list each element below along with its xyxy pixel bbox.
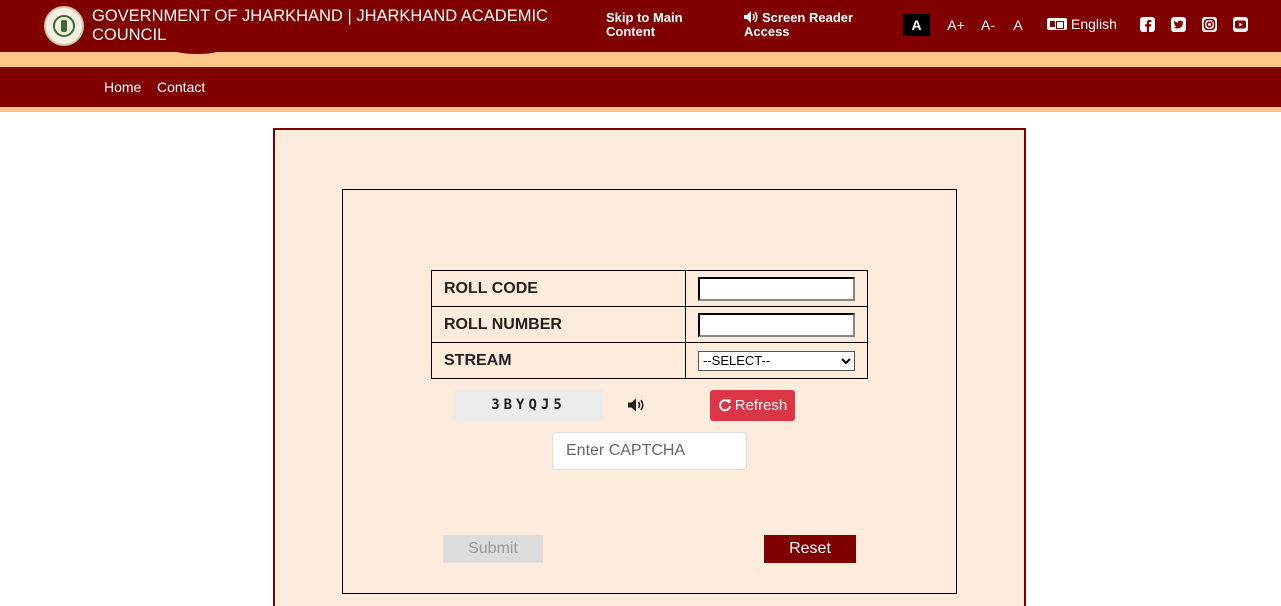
refresh-label: Refresh [734,397,788,414]
speaker-icon [744,11,758,23]
stream-select[interactable]: --SELECT-- [698,350,855,371]
twitter-icon[interactable] [1171,17,1186,32]
roll-number-row: ROLL NUMBER [431,306,868,343]
roll-code-input[interactable] [698,276,855,301]
font-size-normal-button[interactable]: A [1008,14,1028,36]
submit-button[interactable]: Submit [443,535,543,563]
font-size-default-button[interactable]: A [903,14,930,36]
accent-stripe-bottom [0,107,1281,112]
main-navbar: Home Contact [0,67,1281,107]
facebook-icon[interactable] [1140,17,1155,32]
font-size-increase-button[interactable]: A+ [944,14,968,36]
font-size-decrease-button[interactable]: A- [977,14,999,36]
accent-stripe [0,52,1281,67]
decorative-arc [172,44,222,54]
nav-contact-link[interactable]: Contact [157,79,205,95]
jharkhand-emblem-icon [44,6,84,46]
stream-row: STREAM --SELECT-- [431,342,868,379]
roll-code-label: ROLL CODE [431,270,686,307]
language-label: English [1071,16,1117,32]
stream-label: STREAM [431,342,686,379]
site-title: GOVERNMENT OF JHARKHAND | JHARKHAND ACAD… [92,7,548,44]
screen-reader-label: Screen Reader Access [744,10,854,39]
screen-reader-link[interactable]: Screen Reader Access [744,11,874,39]
roll-number-label: ROLL NUMBER [431,306,686,343]
reset-button[interactable]: Reset [764,535,856,563]
language-icon [1047,18,1067,30]
roll-code-row: ROLL CODE [431,270,868,307]
roll-number-input[interactable] [698,312,855,337]
captcha-refresh-button[interactable]: Refresh [710,390,795,421]
refresh-icon [718,399,731,412]
captcha-audio-button[interactable] [627,397,647,415]
skip-to-main-link[interactable]: Skip to Main Content [606,11,716,39]
captcha-input[interactable] [552,432,747,470]
result-form-table: ROLL CODE ROLL NUMBER STREAM --SELECT-- [431,270,868,379]
youtube-icon[interactable] [1233,17,1248,32]
speaker-icon [628,398,644,412]
captcha-display: 3BYQJ5 [454,390,603,421]
language-selector[interactable]: English [1047,15,1117,33]
result-form-frame [342,189,957,594]
instagram-icon[interactable] [1202,17,1217,32]
nav-home-link[interactable]: Home [104,79,141,95]
